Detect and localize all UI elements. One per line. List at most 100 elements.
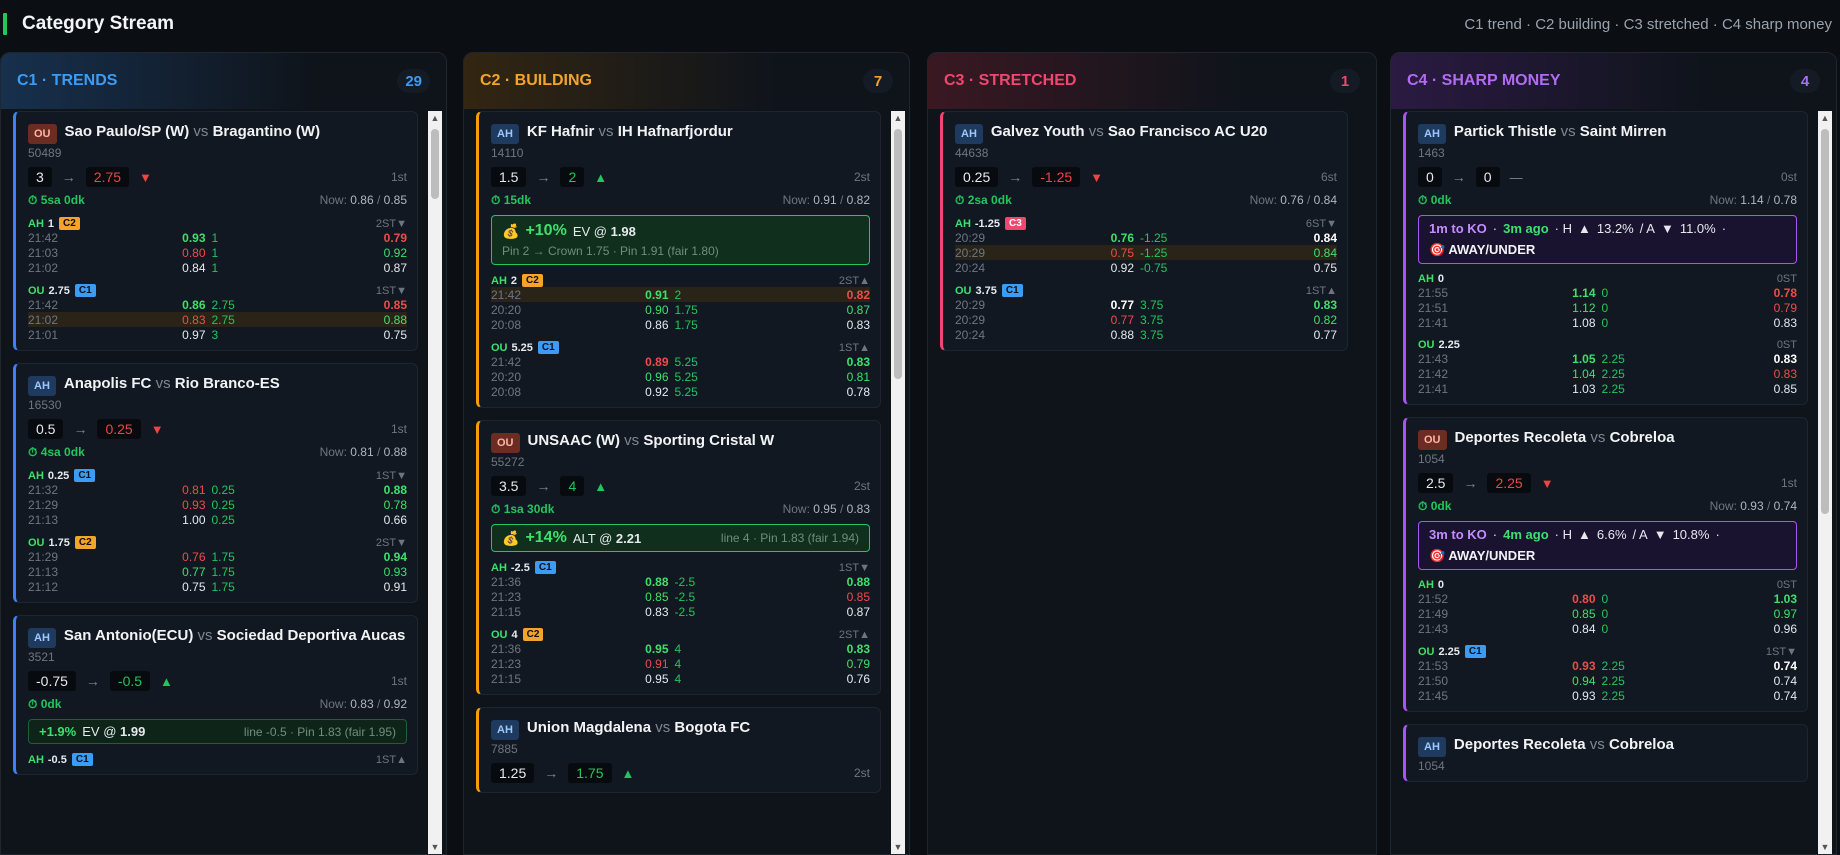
scroll-up-icon[interactable]: ▲: [428, 111, 442, 125]
match-card[interactable]: OU UNSAAC (W) vs Sporting Cristal W 55272 3…: [476, 420, 881, 695]
scrollbar[interactable]: ▲ ▼: [1818, 111, 1832, 854]
match-card[interactable]: AH KF Hafnir vs IH Hafnarfjordur 14110 1.5 →…: [476, 111, 881, 408]
stage-label: 1st: [390, 170, 407, 184]
odds-home: 0.89: [645, 354, 669, 369]
ev-box: 💰 +10% EV @ 1.98 Pin 2 → Crown 1.75 · Pin 1…: [491, 215, 870, 265]
scrollbar-thumb[interactable]: [894, 129, 902, 379]
scroll-up-icon[interactable]: ▲: [1818, 111, 1832, 125]
odds-row: 21:43 0.84 0 0.96: [1418, 621, 1797, 636]
away-team: Sociedad Deportiva Aucas: [216, 627, 406, 644]
odds-time: 21:42: [28, 230, 59, 245]
column-title: C1 · TRENDS: [17, 72, 118, 89]
scrollbar-thumb[interactable]: [431, 129, 439, 199]
stage-label: 1st: [390, 422, 407, 436]
market-header[interactable]: AH -2.5 C1 1ST▼: [491, 561, 870, 574]
market-header[interactable]: AH 1 C2 2ST▼: [28, 217, 407, 230]
market-stage: 2ST▼: [376, 218, 407, 230]
match-card[interactable]: AH Partick Thistle vs Saint Mirren 1463 0 → 0…: [1403, 111, 1808, 405]
line-from: 0: [1418, 167, 1442, 187]
signal-age: 4m ago: [1503, 527, 1549, 542]
odds-away: 0.83: [846, 641, 870, 656]
scrollbar[interactable]: ▲ ▼: [891, 111, 905, 854]
match-id: 7885: [491, 742, 518, 756]
odds-line: 5.25: [674, 354, 698, 369]
market-header[interactable]: AH 0 0ST: [1418, 273, 1797, 285]
line-from: 1.25: [491, 763, 535, 783]
market-line: 0: [1437, 579, 1445, 591]
now-odds-b: 0.83: [846, 502, 870, 516]
market-header[interactable]: AH 0.25 C1 1ST▼: [28, 469, 407, 482]
scroll-down-icon[interactable]: ▼: [1818, 840, 1832, 854]
market-line: 5.25: [511, 341, 533, 354]
scrollbar-thumb[interactable]: [1821, 129, 1829, 514]
market-header[interactable]: OU 2.25 C1 1ST▼: [1418, 645, 1797, 658]
now-odds: Now: 0.86 / 0.85: [319, 193, 407, 207]
market-type-badge: OU: [28, 124, 57, 144]
odds-away: 0.78: [846, 384, 870, 399]
match-card[interactable]: OU Deportes Recoleta vs Cobreloa 1054 2.5 → 2…: [1403, 417, 1808, 712]
signal-age: 3m ago: [1503, 221, 1549, 236]
odds-row: 20:20 0.90 1.75 0.87: [491, 302, 870, 317]
odds-away: 0.85: [846, 589, 870, 604]
odds-row: 21:23 0.85 -2.5 0.85: [491, 589, 870, 604]
market-line: -1.25: [974, 217, 1000, 230]
money-bag-icon: 💰: [502, 222, 520, 239]
time-now-row: ⏱ 0dk Now: 0.93 / 0.74: [1418, 499, 1797, 514]
stage-label: 0st: [1780, 170, 1797, 184]
odds-row: 21:01 0.97 3 0.75: [28, 327, 407, 342]
market-header[interactable]: OU 3.75 C1 1ST▲: [955, 284, 1337, 297]
vs-label: vs: [1586, 429, 1610, 446]
vs-label: vs: [651, 719, 675, 736]
odds-away: 0.79: [846, 656, 870, 671]
match-card[interactable]: AH Galvez Youth vs Sao Francisco AC U20 44…: [940, 111, 1348, 351]
market-stage: 2ST▲: [839, 629, 870, 641]
market-header[interactable]: AH 2 C2 2ST▲: [491, 274, 870, 287]
scroll-down-icon[interactable]: ▼: [891, 840, 905, 854]
line-move: 1.5 → 2 ▲ 2st: [491, 166, 870, 188]
market-header[interactable]: AH 0 0ST: [1418, 579, 1797, 591]
market-stage: 2ST▼: [376, 537, 407, 549]
market-kind: OU: [1418, 339, 1435, 351]
line-move: 2.5 → 2.25 ▼ 1st: [1418, 472, 1797, 494]
odds-home: 0.84: [182, 260, 206, 275]
market-header[interactable]: OU 1.75 C2 2ST▼: [28, 536, 407, 549]
match-title: AH Anapolis FC vs Rio Branco-ES: [28, 374, 407, 396]
elapsed-time: ⏱ 0dk: [1418, 499, 1451, 514]
market-type-badge: AH: [28, 628, 56, 648]
market-header[interactable]: AH -0.5 C1 1ST▲: [28, 753, 407, 766]
market-header[interactable]: OU 5.25 C1 1ST▲: [491, 341, 870, 354]
line-from: 1.5: [491, 167, 527, 187]
market-header[interactable]: OU 2.75 C1 1ST▼: [28, 284, 407, 297]
match-card[interactable]: OU Sao Paulo/SP (W) vs Bragantino (W) 5048…: [13, 111, 418, 351]
market-line: 1.75: [48, 536, 70, 549]
odds-away: 0.78: [383, 497, 407, 512]
odds-time: 21:29: [28, 497, 59, 512]
match-card[interactable]: AH Union Magdalena vs Bogota FC 7885 1.25 → 1…: [476, 707, 881, 793]
market-header[interactable]: OU 4 C2 2ST▲: [491, 628, 870, 641]
market-type-badge: AH: [1418, 737, 1446, 757]
odds-time: 21:42: [491, 287, 522, 302]
odds-time: 20:08: [491, 317, 522, 332]
market-header[interactable]: AH -1.25 C3 6ST▼: [955, 217, 1337, 230]
scrollbar[interactable]: ▲ ▼: [428, 111, 442, 854]
odds-away: 0.79: [1773, 300, 1797, 315]
scroll-up-icon[interactable]: ▲: [891, 111, 905, 125]
odds-time: 21:51: [1418, 300, 1449, 315]
match-id: 1463: [1418, 146, 1445, 160]
elapsed-value: 1sa 30dk: [503, 502, 555, 516]
match-id: 3521: [28, 650, 55, 664]
market-header[interactable]: OU 2.25 0ST: [1418, 339, 1797, 351]
now-odds: Now: 0.83 / 0.92: [319, 697, 407, 711]
odds-away: 0.78: [1773, 285, 1797, 300]
market-kind: OU: [491, 628, 508, 641]
market-line: 2.25: [1438, 645, 1460, 658]
match-card[interactable]: AH San Antonio(ECU) vs Sociedad Deportiva…: [13, 615, 418, 775]
odds-time: 21:45: [1418, 688, 1449, 703]
scroll-down-icon[interactable]: ▼: [428, 840, 442, 854]
match-card[interactable]: AH Anapolis FC vs Rio Branco-ES 16530 0.5 → 0…: [13, 363, 418, 603]
match-card[interactable]: AH Deportes Recoleta vs Cobreloa 1054: [1403, 724, 1808, 782]
kickoff-countdown: 3m to KO: [1429, 527, 1487, 542]
sharp-line: 1m to KO · 3m ago · H ▲ 13.2% / A ▼ 11.0% …: [1429, 221, 1727, 236]
odds-line: 0: [1601, 315, 1609, 330]
sharp-money-box: 1m to KO · 3m ago · H ▲ 13.2% / A ▼ 11.0% …: [1418, 215, 1797, 264]
